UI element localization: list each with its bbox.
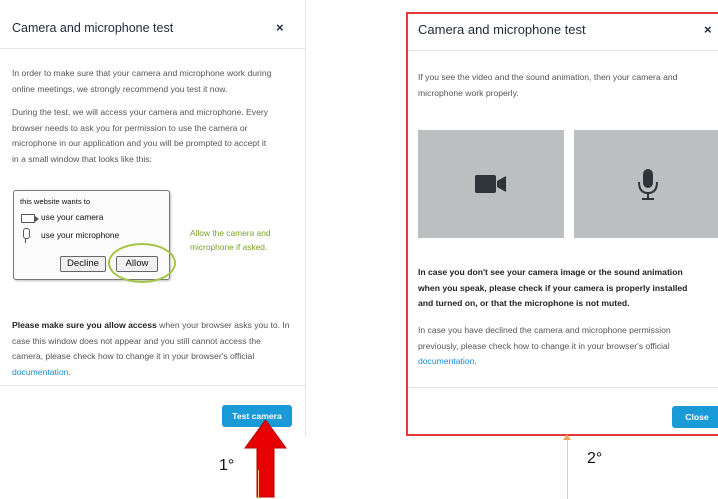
close-icon[interactable]: ×	[276, 20, 284, 35]
camera-icon	[21, 214, 35, 223]
pointer-line-1	[258, 470, 259, 499]
close-button[interactable]: Close	[672, 406, 718, 428]
popup-microphone-label: use your microphone	[41, 230, 120, 240]
up-arrow-icon	[244, 419, 287, 498]
popup-header: this website wants to	[20, 197, 91, 206]
allow-hint-text: Allow the camera and microphone if asked…	[190, 228, 271, 252]
allow-highlight-circle	[108, 243, 176, 283]
header-divider	[0, 48, 305, 49]
camera-test-dialog-intro: Camera and microphone test × In order to…	[0, 0, 306, 436]
popup-decline-button: Decline	[60, 256, 106, 272]
microphone-stand-icon	[25, 239, 26, 243]
header-divider	[408, 50, 718, 51]
access-paragraph: Please make sure you allow access when y…	[12, 320, 290, 377]
camera-test-dialog-result: Camera and microphone test × If you see …	[406, 12, 718, 436]
dialog-title: Camera and microphone test	[12, 21, 174, 35]
pointer-line-2	[567, 440, 568, 499]
troubleshoot-paragraph: In case you don't see your camera image …	[418, 267, 688, 309]
documentation-link[interactable]: documentation	[12, 367, 68, 377]
footer-divider	[408, 387, 718, 388]
intro-paragraph: In order to make sure that your camera a…	[12, 68, 272, 94]
step-label-1: 1°	[219, 457, 235, 474]
permission-paragraph: During the test, we will access your cam…	[12, 107, 269, 164]
camera-lens-icon	[35, 216, 39, 222]
step-label-2: 2°	[587, 450, 603, 467]
camera-preview-tile	[418, 130, 564, 238]
intro-paragraph: If you see the video and the sound anima…	[418, 72, 678, 98]
video-camera-icon	[475, 175, 506, 193]
footer-divider	[0, 385, 305, 386]
close-icon[interactable]: ×	[704, 22, 712, 37]
microphone-preview-tile	[574, 130, 718, 238]
microphone-icon	[638, 169, 658, 200]
dialog-title: Camera and microphone test	[418, 22, 586, 37]
documentation-link[interactable]: documentation	[418, 356, 474, 366]
popup-camera-label: use your camera	[41, 212, 104, 222]
microphone-icon	[23, 228, 30, 239]
declined-paragraph: In case you have declined the camera and…	[418, 325, 671, 367]
